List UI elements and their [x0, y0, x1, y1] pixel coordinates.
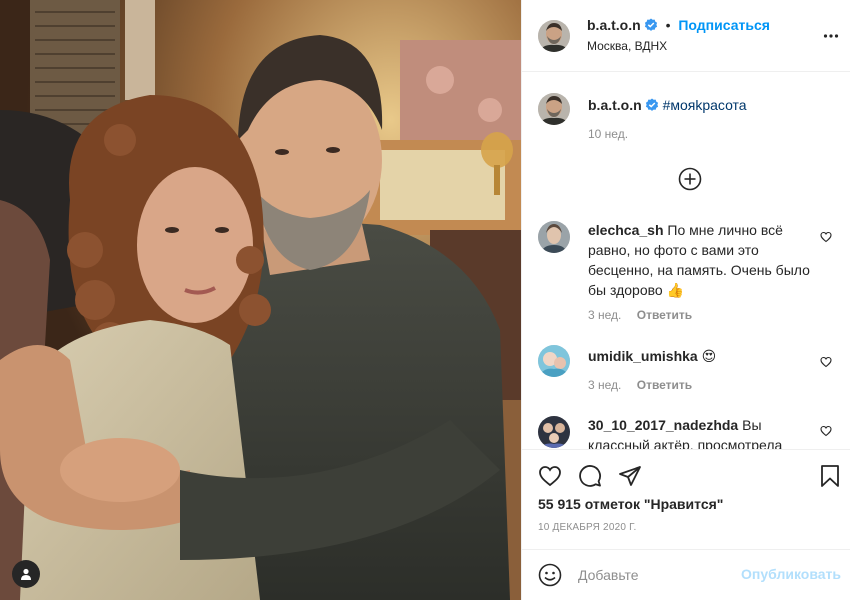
post-location[interactable]: Москва, ВДНХ — [587, 39, 667, 53]
avatar-image — [538, 416, 570, 448]
heart-icon[interactable] — [820, 231, 832, 243]
post-side-panel: b.a.t.o.n • Подписаться Москва, ВДНХ b.a… — [521, 0, 850, 600]
heart-icon[interactable] — [820, 425, 832, 437]
header-separator: • — [665, 17, 671, 33]
caption-username[interactable]: b.a.t.o.n — [588, 97, 642, 113]
comments-list[interactable]: b.a.t.o.n #мояkрасота 10 нед. elechca_sh… — [522, 73, 850, 449]
avatar-image — [538, 221, 570, 253]
photo-image — [0, 0, 521, 600]
comment-text: 😍 — [701, 348, 717, 364]
bookmark-icon[interactable] — [818, 464, 842, 488]
post-photo[interactable] — [0, 0, 521, 600]
more-options-icon[interactable] — [823, 28, 839, 44]
likes-count[interactable]: 55 915 отметок "Нравится" — [538, 496, 723, 512]
verified-badge-icon — [645, 98, 658, 111]
comment-avatar[interactable] — [538, 221, 570, 253]
post-date[interactable]: 10 декабря 2020 г. — [538, 522, 636, 533]
publish-button[interactable]: Опубликовать — [741, 566, 841, 582]
comment-composer: Опубликовать — [522, 549, 850, 600]
avatar-image — [538, 345, 570, 377]
post-actions: 55 915 отметок "Нравится" 10 декабря 202… — [522, 449, 850, 549]
avatar-image — [538, 20, 570, 52]
follow-button[interactable]: Подписаться — [678, 17, 770, 33]
caption-time[interactable]: 10 нед. — [588, 127, 628, 141]
reply-button[interactable]: Ответить — [637, 308, 692, 322]
comment-input[interactable] — [578, 564, 738, 586]
smiley-icon[interactable] — [538, 563, 562, 587]
comment-time[interactable]: 3 нед. — [588, 378, 621, 392]
heart-icon[interactable] — [820, 356, 832, 368]
comment-username[interactable]: 30_10_2017_nadezhda — [588, 417, 738, 433]
send-icon[interactable] — [618, 464, 642, 488]
comment-avatar[interactable] — [538, 345, 570, 377]
caption-avatar[interactable] — [538, 93, 570, 125]
avatar-image — [538, 93, 570, 125]
comment-avatar[interactable] — [538, 416, 570, 448]
reply-button[interactable]: Ответить — [637, 378, 692, 392]
comment-username[interactable]: elechca_sh — [588, 222, 664, 238]
post-header: b.a.t.o.n • Подписаться Москва, ВДНХ — [522, 0, 850, 72]
plus-circle-icon[interactable] — [678, 167, 702, 191]
user-tag-icon — [21, 568, 31, 580]
author-username[interactable]: b.a.t.o.n — [587, 17, 641, 33]
comment-time[interactable]: 3 нед. — [588, 308, 621, 322]
comment-username[interactable]: umidik_umishka — [588, 348, 698, 364]
tag-user-button[interactable] — [12, 560, 40, 588]
caption-hashtag[interactable]: #мояkрасота — [663, 97, 747, 113]
verified-badge-icon — [644, 18, 657, 31]
heart-icon[interactable] — [538, 464, 562, 488]
comment-icon[interactable] — [578, 464, 602, 488]
author-avatar[interactable] — [538, 20, 570, 52]
